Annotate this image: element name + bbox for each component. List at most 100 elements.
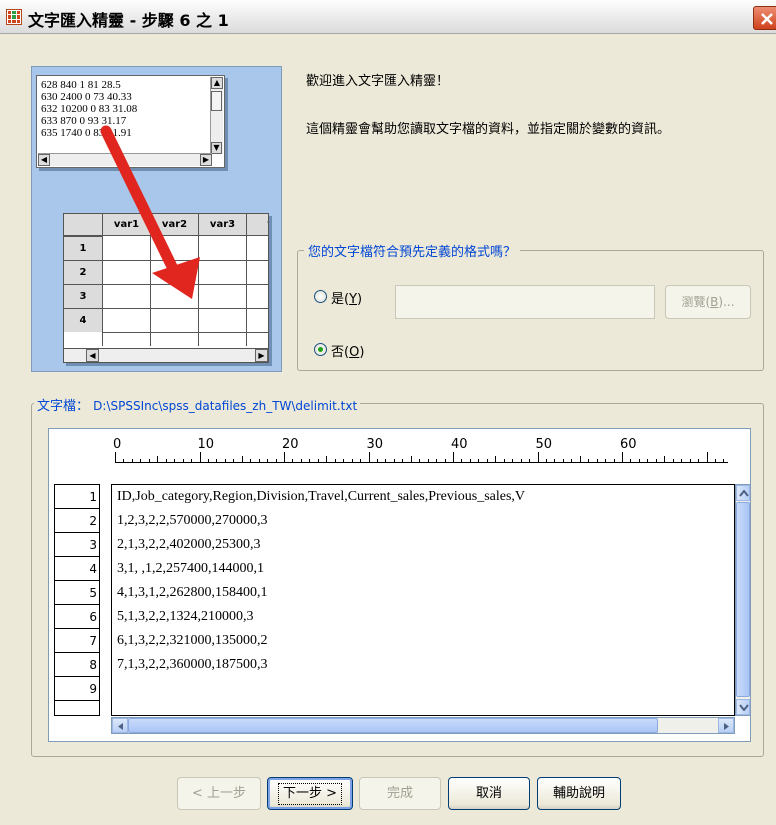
ruler-tick — [216, 459, 218, 462]
file-content-area[interactable]: ID,Job_category,Region,Division,Travel,C… — [111, 484, 735, 716]
ruler-tick — [461, 459, 463, 462]
cancel-button[interactable]: 取消 — [448, 777, 530, 810]
browse-button[interactable]: 瀏覽(B)... — [665, 285, 751, 319]
row-number: 4 — [55, 557, 99, 581]
ruler-tick — [613, 459, 615, 462]
ruler-tick — [469, 459, 471, 462]
row-number: 7 — [55, 629, 99, 653]
file-line: 5,1,3,2,2,1324,210000,3 — [117, 609, 254, 624]
description-text: 這個精靈會幫助您讀取文字檔的資料，並指定關於變數的資訊。 — [306, 122, 671, 137]
ruler-tick — [579, 456, 581, 462]
ruler-number: 20 — [282, 437, 299, 452]
row-number: 3 — [55, 533, 99, 557]
ruler-tick — [292, 459, 294, 462]
ruler-tick — [664, 456, 666, 462]
file-line: 4,1,3,1,2,262800,158400,1 — [117, 585, 268, 600]
ruler-tick — [512, 459, 514, 462]
scroll-right-icon — [724, 723, 729, 730]
text-file-path: D:\SPSSInc\spss_datafiles_zh_TW\delimit.… — [93, 399, 358, 413]
vertical-scrollbar[interactable] — [735, 484, 751, 716]
ruler-tick — [562, 459, 564, 462]
ruler-tick — [537, 452, 539, 462]
help-button[interactable]: 輔助說明 — [537, 777, 621, 810]
ruler-tick — [275, 459, 277, 462]
ruler-tick — [368, 452, 370, 462]
ruler-tick — [698, 459, 700, 462]
ruler-tick — [689, 459, 691, 462]
ruler-tick — [207, 459, 209, 462]
vertical-scroll-thumb[interactable] — [736, 502, 750, 697]
close-button[interactable] — [753, 6, 776, 30]
ruler-tick — [182, 459, 184, 462]
scroll-right-button[interactable] — [718, 718, 734, 733]
ruler-tick — [165, 459, 167, 462]
ruler-number: 30 — [366, 437, 384, 452]
predefined-format-path-input[interactable] — [395, 285, 655, 319]
ruler-tick — [706, 452, 708, 462]
ruler-tick — [267, 459, 269, 462]
ruler-tick — [672, 459, 674, 462]
ruler-tick — [343, 459, 345, 462]
row-number: 2 — [55, 509, 99, 533]
red-arrow-icon — [100, 125, 200, 299]
file-line: 1,2,3,2,2,570000,270000,3 — [117, 513, 268, 528]
ruler-tick — [123, 459, 125, 462]
column-ruler: 0 10 20 30 40 50 60 — [49, 429, 750, 481]
scroll-up-button[interactable] — [736, 485, 750, 501]
ruler-tick — [478, 459, 480, 462]
ruler-tick — [655, 459, 657, 462]
scroll-down-icon — [739, 704, 749, 711]
finish-button[interactable]: 完成 — [359, 777, 441, 810]
radio-yes[interactable] — [314, 290, 327, 303]
ruler-tick — [554, 459, 556, 462]
ruler-tick — [233, 459, 235, 462]
ruler-tick — [545, 459, 547, 462]
row-number: 5 — [55, 581, 99, 605]
ruler-tick — [486, 459, 488, 462]
ruler-tick — [300, 459, 302, 462]
ruler-tick — [453, 452, 454, 462]
wizard-illustration: 628 840 1 81 28.5 630 2400 0 73 40.33 632 … — [31, 66, 282, 372]
ruler-tick — [622, 452, 623, 462]
ruler-number: 10 — [197, 437, 215, 452]
ruler-tick — [503, 459, 505, 462]
horizontal-scroll-thumb[interactable] — [128, 718, 658, 733]
ruler-tick — [596, 459, 598, 462]
scroll-down-button[interactable] — [736, 699, 750, 715]
ruler-tick — [385, 459, 387, 462]
ruler-tick — [157, 456, 159, 462]
ruler-tick — [714, 459, 716, 462]
radio-yes-label[interactable]: 是(Y) — [331, 288, 362, 307]
ruler-tick — [326, 456, 328, 462]
file-line: 7,1,3,2,2,360000,187500,3 — [117, 657, 268, 672]
radio-no-label[interactable]: 否(O) — [331, 341, 364, 360]
scroll-left-button[interactable] — [112, 718, 128, 733]
ruler-tick — [638, 459, 640, 462]
row-number-column: 123456789 — [54, 484, 100, 716]
title-bar: 文字匯入精靈 - 步驟 6 之 1 — [0, 0, 776, 34]
radio-no[interactable] — [314, 343, 327, 356]
ruler-number: 40 — [451, 437, 468, 452]
ruler-tick — [317, 459, 319, 462]
ruler-tick — [427, 459, 429, 462]
next-button[interactable]: 下一步 > — [267, 777, 353, 810]
close-icon — [761, 13, 773, 25]
back-button[interactable]: < 上一步 — [177, 777, 261, 810]
ruler-tick — [140, 459, 142, 462]
ruler-tick — [250, 459, 252, 462]
ruler-tick — [115, 452, 116, 462]
ruler-tick — [605, 459, 607, 462]
ruler-tick — [131, 459, 133, 462]
file-line — [112, 677, 734, 701]
ruler-tick — [647, 459, 649, 462]
ruler-tick — [444, 459, 446, 462]
ruler-number: 50 — [535, 437, 553, 452]
horizontal-scrollbar[interactable] — [111, 717, 735, 734]
ruler-tick — [241, 456, 243, 462]
ruler-tick — [191, 459, 193, 462]
format-question-legend: 您的文字檔符合預先定義的格式嗎？ — [304, 241, 521, 260]
ruler-number: 60 — [620, 437, 637, 452]
file-line: 3,1, ,1,2,257400,144000,1 — [117, 561, 264, 576]
ruler-tick — [258, 459, 260, 462]
ruler-tick — [360, 459, 362, 462]
